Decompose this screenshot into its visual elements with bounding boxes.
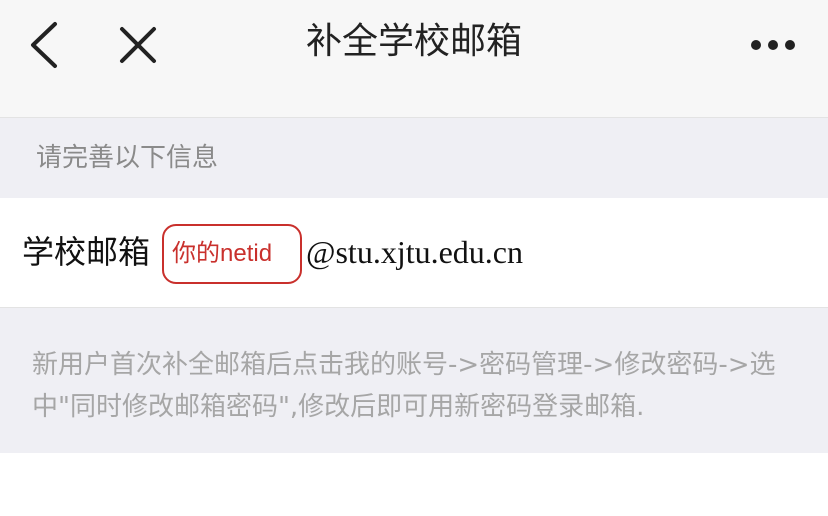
back-button[interactable] [14,20,74,70]
hint-panel: 新用户首次补全邮箱后点击我的账号->密码管理->修改密码->选中"同时修改邮箱密… [0,308,828,453]
netid-input[interactable] [162,224,302,284]
more-horizontal-icon [751,40,795,50]
email-domain-suffix: @stu.xjtu.edu.cn [306,234,523,270]
school-email-label: 学校邮箱 [22,233,151,271]
section-header-text: 请完善以下信息 [36,143,219,173]
form-section-header: 请完善以下信息 [0,118,828,198]
close-icon [120,27,156,63]
school-email-row: 学校邮箱 @stu.xjtu.edu.cn [0,198,828,308]
chevron-left-icon [31,22,57,68]
more-options-button[interactable] [740,20,806,70]
top-navigation-bar: 补全学校邮箱 [0,0,828,118]
close-button[interactable] [108,20,168,70]
hint-text: 新用户首次补全邮箱后点击我的账号->密码管理->修改密码->选中"同时修改邮箱密… [32,350,776,422]
